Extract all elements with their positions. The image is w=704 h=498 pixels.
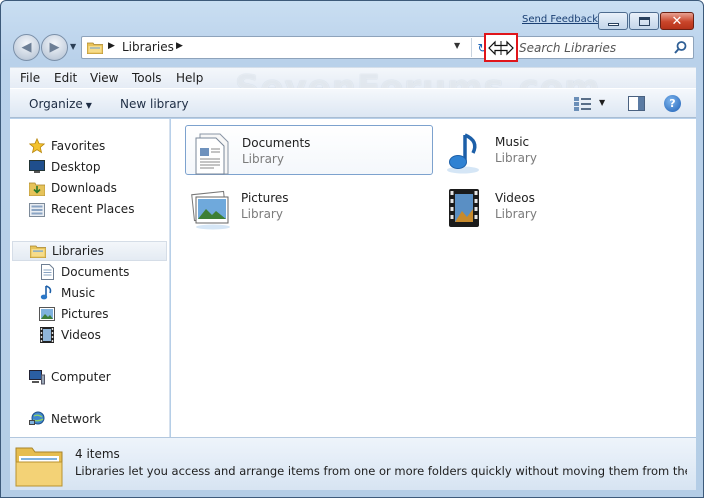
organize-button[interactable]: Organize ▼ <box>29 97 92 111</box>
libraries-folder-icon <box>87 42 103 54</box>
view-options-dropdown[interactable]: ▼ <box>599 98 605 107</box>
computer-icon <box>29 369 45 385</box>
item-count: 4 items <box>75 447 120 461</box>
document-icon <box>39 264 55 280</box>
nav-documents[interactable]: Documents <box>10 262 168 282</box>
nav-videos-label: Videos <box>61 328 101 342</box>
nav-favorites-label: Favorites <box>51 139 106 153</box>
nav-network[interactable]: Network <box>10 409 168 429</box>
minimize-icon <box>607 22 619 26</box>
star-icon <box>29 138 45 154</box>
search-icon <box>674 41 687 54</box>
back-button[interactable]: ◀ <box>13 34 40 61</box>
libraries-description: Libraries let you access and arrange ite… <box>75 464 687 478</box>
library-content-area: Documents Library Music Library Pictures <box>171 119 696 437</box>
organize-label: Organize <box>29 97 83 111</box>
details-pane: 4 items Libraries let you access and arr… <box>10 437 696 490</box>
nav-pictures-label: Pictures <box>61 307 109 321</box>
chevron-down-icon: ▼ <box>85 101 92 110</box>
preview-pane-icon[interactable] <box>628 96 645 111</box>
library-tile-videos[interactable]: Videos Library <box>439 181 687 231</box>
explorer-window: Send Feedback ✕ ◀ ▶ ▼ ▶ Libraries ▶ ▼ ↻ … <box>0 0 704 498</box>
menu-file[interactable]: File <box>20 71 40 85</box>
navigation-pane: Favorites Desktop Downloads Recent Place… <box>10 119 170 437</box>
nav-downloads-label: Downloads <box>51 181 117 195</box>
nav-libraries[interactable]: Libraries <box>12 241 167 261</box>
breadcrumb-separator[interactable]: ▶ <box>108 41 115 51</box>
command-bar: Organize ▼ New library ▼ ? <box>10 88 696 118</box>
nav-desktop[interactable]: Desktop <box>10 157 168 177</box>
forward-arrow-icon: ▶ <box>49 40 60 55</box>
picture-icon <box>39 306 55 322</box>
pictures-library-icon <box>191 190 230 230</box>
library-tile-name: Videos <box>495 191 535 205</box>
send-feedback-link[interactable]: Send Feedback <box>522 14 598 25</box>
nav-computer[interactable]: Computer <box>10 367 168 387</box>
library-tile-music[interactable]: Music Library <box>439 125 687 175</box>
minimize-button[interactable] <box>598 12 628 30</box>
library-tile-documents[interactable]: Documents Library <box>185 125 433 175</box>
back-arrow-icon: ◀ <box>21 40 32 55</box>
search-resize-handle[interactable] <box>484 33 518 62</box>
nav-pictures[interactable]: Pictures <box>10 304 168 324</box>
change-view-icon[interactable] <box>574 97 592 111</box>
breadcrumb-libraries[interactable]: Libraries <box>122 40 174 54</box>
nav-recent-places[interactable]: Recent Places <box>10 199 168 219</box>
maximize-icon <box>638 16 650 26</box>
library-tile-type: Library <box>242 152 284 166</box>
videos-library-icon <box>449 189 479 227</box>
library-tile-name: Documents <box>242 136 311 150</box>
address-bar[interactable]: ▶ Libraries ▶ ▼ ↻ <box>81 36 497 59</box>
forward-button[interactable]: ▶ <box>41 34 68 61</box>
nav-documents-label: Documents <box>61 265 130 279</box>
recent-places-icon <box>29 201 45 217</box>
library-tile-name: Music <box>495 135 530 149</box>
library-tile-name: Pictures <box>241 191 289 205</box>
nav-videos[interactable]: Videos <box>10 325 168 345</box>
maximize-button[interactable] <box>629 12 659 30</box>
library-tile-type: Library <box>241 207 283 221</box>
menu-view[interactable]: View <box>90 71 118 85</box>
nav-favorites[interactable]: Favorites <box>10 136 168 156</box>
desktop-icon <box>29 159 45 175</box>
new-library-button[interactable]: New library <box>120 97 189 111</box>
nav-recent-places-label: Recent Places <box>51 202 135 216</box>
search-input[interactable] <box>519 39 669 56</box>
libraries-large-folder-icon <box>15 447 63 487</box>
nav-network-label: Network <box>51 412 102 426</box>
music-note-icon <box>39 285 55 301</box>
nav-music[interactable]: Music <box>10 283 168 303</box>
menu-help[interactable]: Help <box>176 71 203 85</box>
address-history-dropdown[interactable]: ▼ <box>454 41 460 50</box>
nav-computer-label: Computer <box>51 370 111 384</box>
downloads-folder-icon <box>29 180 45 196</box>
documents-library-icon <box>195 133 229 175</box>
close-button[interactable]: ✕ <box>660 12 694 30</box>
close-icon: ✕ <box>671 13 683 29</box>
network-icon <box>29 411 45 427</box>
search-box[interactable] <box>515 36 694 59</box>
nav-desktop-label: Desktop <box>51 160 101 174</box>
nav-libraries-label: Libraries <box>52 244 104 258</box>
library-tile-type: Library <box>495 151 537 165</box>
menu-tools[interactable]: Tools <box>132 71 162 85</box>
library-tile-pictures[interactable]: Pictures Library <box>185 181 433 231</box>
libraries-icon <box>30 243 46 259</box>
help-button[interactable]: ? <box>664 95 681 112</box>
help-icon: ? <box>669 97 676 110</box>
library-tile-type: Library <box>495 207 537 221</box>
film-strip-icon <box>39 327 55 343</box>
breadcrumb-separator-end[interactable]: ▶ <box>176 41 183 51</box>
nav-downloads[interactable]: Downloads <box>10 178 168 198</box>
recent-pages-dropdown[interactable]: ▼ <box>70 42 76 51</box>
menu-edit[interactable]: Edit <box>54 71 77 85</box>
music-library-icon <box>447 133 479 174</box>
nav-music-label: Music <box>61 286 96 300</box>
resize-arrows-icon <box>488 40 514 55</box>
